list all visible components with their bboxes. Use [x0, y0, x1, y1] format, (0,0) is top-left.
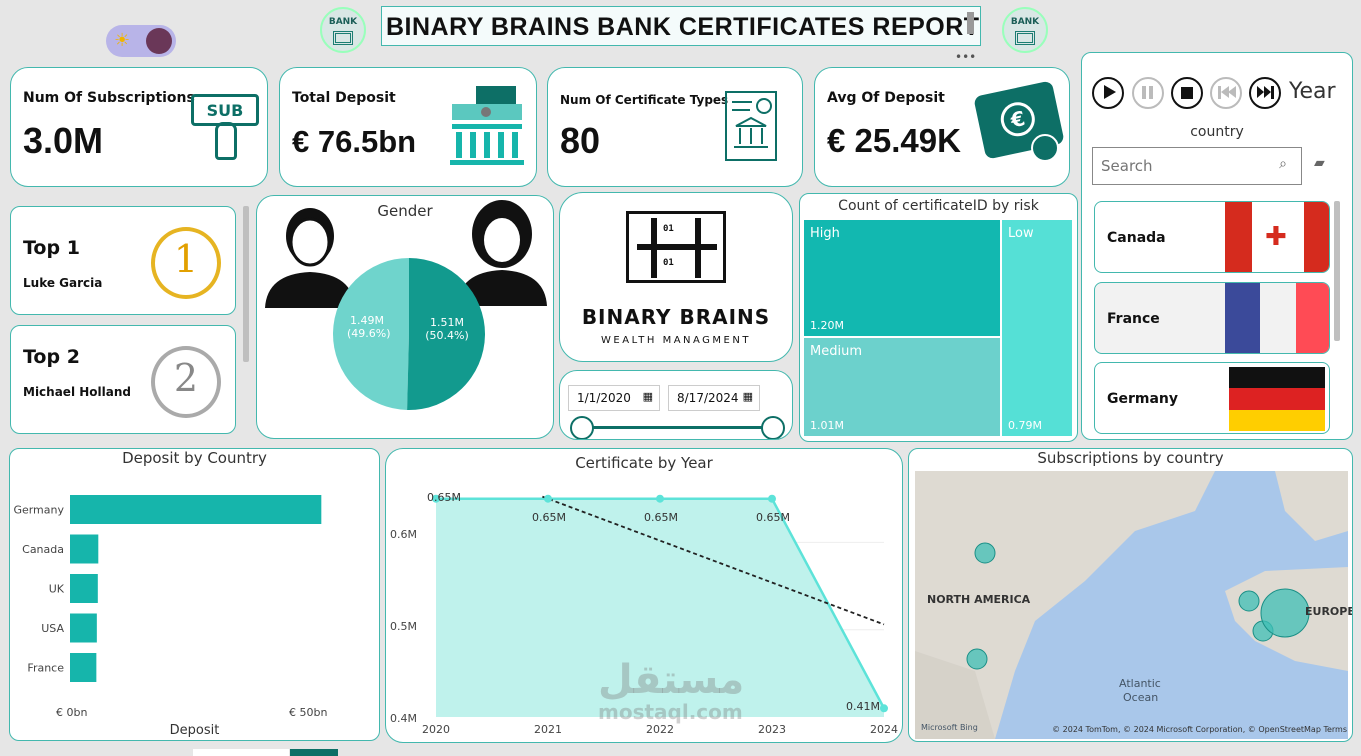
- title-scrollbar[interactable]: [967, 12, 974, 34]
- x-tick-2023: 2023: [758, 723, 786, 736]
- report-title-box: BINARY BRAINS BANK CERTIFICATES REPORT: [381, 6, 981, 46]
- calendar-icon: ▦: [642, 390, 653, 403]
- bar-canada[interactable]: [70, 534, 99, 564]
- map-bubble-germany: [1260, 588, 1310, 638]
- pie-label-right: 1.51M (50.4%): [425, 316, 469, 342]
- map-credits[interactable]: © 2024 TomTom, © 2024 Microsoft Corporat…: [1027, 725, 1347, 734]
- x-tick-2022: 2022: [646, 723, 674, 736]
- coin-icon: [1031, 134, 1059, 162]
- watermark: مستقل mostaql.com: [598, 657, 745, 724]
- x-axis-label: Deposit: [169, 723, 220, 738]
- next-icon[interactable]: [1249, 77, 1281, 109]
- x-tick-2020: 2020: [422, 723, 450, 736]
- country-item-germany[interactable]: Germany: [1094, 362, 1330, 434]
- bar-label-uk: UK: [49, 583, 65, 596]
- bing-logo: Microsoft Bing: [921, 723, 978, 732]
- bar-uk[interactable]: [70, 574, 98, 603]
- bar-label-usa: USA: [41, 622, 64, 635]
- theme-toggle[interactable]: ☀: [106, 25, 176, 57]
- toggle-knob: [146, 28, 172, 54]
- region-label-north-america: NORTH AMERICA: [927, 593, 1031, 606]
- end-date-input[interactable]: 8/17/2024 ▦: [668, 385, 760, 411]
- bar-label-germany: Germany: [13, 504, 64, 517]
- region-label-ocean: Ocean: [1123, 691, 1159, 704]
- search-icon[interactable]: ⌕: [1279, 156, 1287, 172]
- eraser-icon[interactable]: ▰: [1314, 155, 1325, 171]
- country-slicer-label: country: [1190, 124, 1244, 140]
- deposit-by-country-chart: Deposit by Country Germany Canada UK USA Fra…: [9, 448, 380, 741]
- filter-panel: Year country ⌕ ▰ Canada ✚ France Germany: [1081, 52, 1353, 440]
- sun-icon: ☀: [114, 30, 131, 51]
- gender-panel: Gender 1.49M (49.6%) 1.51M (50.4%): [256, 195, 554, 439]
- country-search-input[interactable]: [1101, 157, 1261, 175]
- silver-medal-icon: 2: [151, 346, 221, 418]
- year-label: Year: [1289, 79, 1336, 104]
- country-list-scrollbar[interactable]: [1334, 201, 1340, 341]
- pie-label-left: 1.49M (49.6%): [347, 314, 391, 340]
- map-bubble-uk: [1238, 590, 1260, 612]
- kpi-subscriptions: Num Of Subscriptions 3.0M SUB: [10, 67, 268, 187]
- treemap-cell-high[interactable]: High 1.20M: [804, 220, 1000, 336]
- stop-icon[interactable]: [1171, 77, 1203, 109]
- point-label-2022: 0.65M: [644, 510, 678, 524]
- page-tab-strip[interactable]: [193, 749, 289, 756]
- date-slider-track[interactable]: [580, 426, 774, 429]
- date-slider-start-handle[interactable]: [570, 416, 594, 439]
- brand-logo-card: 01 01 BINARY BRAINS WEALTH MANAGMENT: [559, 192, 793, 362]
- kpi-certificate-types: Num Of Certificate Types 80: [547, 67, 803, 187]
- bar-usa[interactable]: [70, 613, 97, 643]
- gold-medal-icon: 1: [151, 227, 221, 299]
- canada-flag-icon: ✚: [1225, 202, 1329, 272]
- point-label-2023: 0.65M: [756, 510, 790, 524]
- certificate-icon: [725, 91, 777, 161]
- top-list-scrollbar[interactable]: [243, 206, 249, 362]
- x-tick-1: € 50bn: [289, 706, 328, 719]
- germany-flag-icon: [1229, 367, 1325, 431]
- subscriptions-map-chart: Subscriptions by country NORTH AMERICA E…: [908, 448, 1353, 742]
- country-search-box[interactable]: ⌕: [1092, 147, 1302, 185]
- binary-logo-icon: 01 01: [626, 211, 726, 283]
- x-tick-2024: 2024: [870, 723, 898, 736]
- region-label-europe: EUROPE: [1305, 605, 1353, 618]
- deposit-bars: Germany Canada UK USA France: [13, 495, 322, 682]
- point-label-2024: 0.41M: [846, 700, 880, 714]
- play-icon[interactable]: [1092, 77, 1124, 109]
- date-slicer: 1/1/2020 ▦ 8/17/2024 ▦: [559, 370, 793, 440]
- more-options-icon[interactable]: •••: [955, 50, 976, 64]
- country-item-canada[interactable]: Canada ✚: [1094, 201, 1330, 273]
- page-tab-active[interactable]: [290, 749, 338, 756]
- x-tick-2021: 2021: [534, 723, 562, 736]
- bar-germany[interactable]: [70, 495, 322, 524]
- france-flag-icon: [1225, 283, 1329, 353]
- bar-label-france: France: [27, 662, 64, 675]
- treemap-cell-medium[interactable]: Medium 1.01M: [804, 338, 1000, 436]
- top-2-card: Top 2 Michael Holland 2: [10, 325, 236, 434]
- start-date-input[interactable]: 1/1/2020 ▦: [568, 385, 660, 411]
- report-title: BINARY BRAINS BANK CERTIFICATES REPORT: [386, 13, 980, 41]
- region-label-atlantic: Atlantic: [1119, 677, 1161, 690]
- bar-france[interactable]: [70, 653, 97, 682]
- country-item-france[interactable]: France: [1094, 282, 1330, 354]
- top-1-card: Top 1 Luke Garcia 1: [10, 206, 236, 315]
- previous-icon[interactable]: [1210, 77, 1242, 109]
- bank-building-icon: [450, 86, 524, 165]
- risk-treemap-panel: Count of certificateID by risk High 1.20M…: [799, 193, 1078, 442]
- pause-icon[interactable]: [1132, 77, 1164, 109]
- bar-label-canada: Canada: [22, 543, 64, 556]
- calendar-icon: ▦: [742, 390, 753, 403]
- point-label-2021: 0.65M: [532, 510, 566, 524]
- kpi-avg-deposit: Avg Of Deposit € 25.49K €: [814, 67, 1070, 187]
- bank-logo-right-icon: BANK: [1002, 7, 1048, 53]
- map-bubble-canada: [974, 542, 996, 564]
- map-bubble-usa: [966, 648, 988, 670]
- treemap-cell-low[interactable]: Low 0.79M: [1002, 220, 1072, 436]
- bank-logo-left-icon: BANK: [320, 7, 366, 53]
- x-tick-0: € 0bn: [56, 706, 88, 719]
- kpi-total-deposit: Total Deposit € 76.5bn: [279, 67, 537, 187]
- point-label-2020: 0.65M: [427, 490, 461, 504]
- hand-pointer-icon: [215, 122, 237, 160]
- date-slider-end-handle[interactable]: [761, 416, 785, 439]
